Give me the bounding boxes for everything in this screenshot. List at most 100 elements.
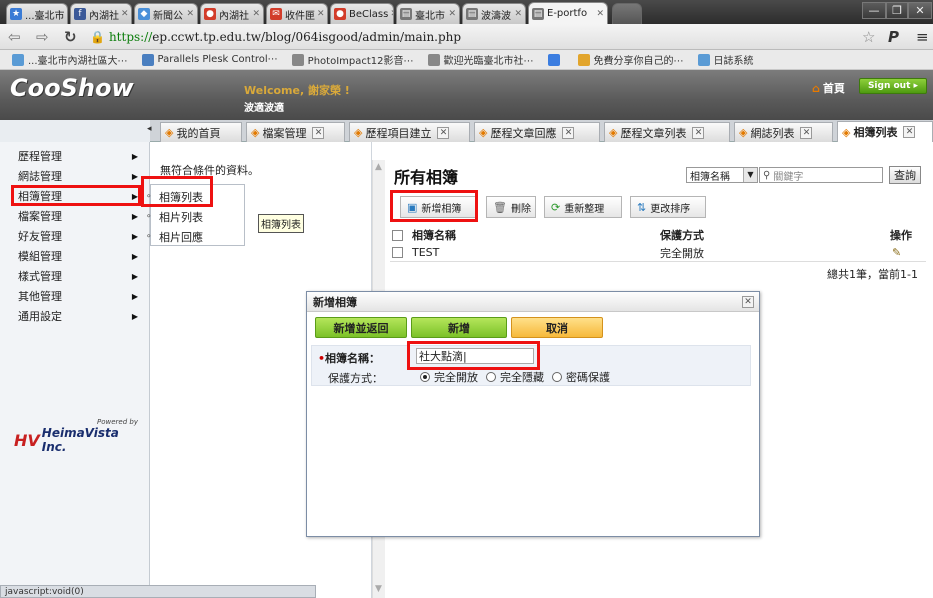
browser-tab-2[interactable]: f 內湖社 ✕ [70, 3, 132, 24]
reload-icon[interactable]: ↻ [64, 28, 77, 46]
close-icon[interactable]: ✕ [903, 126, 916, 138]
sidebar-item-portfolio[interactable]: 歷程管理 ▶ [6, 147, 142, 165]
browser-tab-6[interactable]: ●BeClass✕ [330, 3, 394, 24]
close-icon[interactable]: ✕ [437, 126, 450, 139]
scroll-up-icon[interactable]: ▲ [375, 162, 384, 172]
select-all-checkbox[interactable] [392, 229, 403, 241]
close-icon[interactable]: ✕ [312, 126, 325, 139]
sidebar-item-friends[interactable]: 好友管理 ▶ [6, 227, 142, 245]
tab-portfolio-list[interactable]: ◈ 歷程文章列表 ✕ [604, 122, 730, 142]
submenu-album-list[interactable]: ⚬ 相簿列表 [145, 187, 245, 206]
close-icon[interactable]: ✕ [315, 9, 325, 19]
bookmark-item[interactable]: 免費分享你自己的⋯ [577, 52, 684, 67]
row-checkbox[interactable] [392, 247, 403, 258]
submenu-photo-comments[interactable]: ⚬ 相片回應 [145, 227, 245, 246]
app-tab-strip: ◂ ◈ 我的首頁 ◈ 檔案管理 ✕ ◈ 歷程項目建立 ✕ ◈ 歷程文章回應 ✕ ◈ 歷程文章列表… [0, 120, 933, 142]
scroll-left-icon[interactable]: ◂ [147, 124, 152, 134]
browser-tab-4[interactable]: ● 內湖社 ✕ [200, 3, 264, 24]
close-icon[interactable]: ✕ [250, 9, 260, 19]
album-name-label: •相簿名稱： [318, 352, 381, 365]
bookmark-item[interactable]: 日誌系統 [697, 52, 754, 67]
submenu-photo-list[interactable]: ⚬ 相片列表 [145, 207, 245, 226]
radio-public[interactable] [420, 372, 430, 382]
browser-tab-8[interactable]: ▤ 波濤波 ✕ [462, 3, 526, 24]
tab-portfolio-comments[interactable]: ◈ 歷程文章回應 ✕ [474, 122, 600, 142]
bookmark-item[interactable]: PhotoImpact12影音⋯ [291, 52, 414, 67]
album-name-input[interactable]: 社大點滴 | [416, 348, 534, 364]
add-button[interactable]: 新增 [411, 317, 507, 338]
browser-tab-5[interactable]: ✉ 收件匣 ✕ [266, 3, 328, 24]
arrow-right-icon: ▶ [131, 231, 138, 241]
sidebar-item-settings[interactable]: 通用設定 ▶ [6, 307, 142, 325]
bookmark-item[interactable]: 歡迎光臨臺北市社⋯ [427, 52, 534, 67]
album-name-cell[interactable]: TEST [412, 246, 660, 259]
column-header-protection[interactable]: 保護方式 [660, 227, 890, 243]
protection-label: 保護方式： [328, 372, 383, 385]
close-icon[interactable]: ✕ [446, 9, 456, 19]
cancel-button[interactable]: 取消 [511, 317, 603, 338]
star-icon[interactable]: ☆ [862, 28, 875, 46]
radio-password[interactable] [552, 372, 562, 382]
sidebar-item-blog[interactable]: 網誌管理 ▶ [6, 167, 142, 185]
delete-button[interactable]: 🗑 刪除 [486, 196, 536, 218]
close-icon[interactable]: ✕ [388, 9, 393, 19]
new-tab-button[interactable] [612, 3, 642, 24]
minimize-icon[interactable]: — [862, 2, 886, 19]
tab-album-list[interactable]: ◈ 相簿列表 ✕ [837, 121, 933, 142]
close-icon[interactable]: ✕ [594, 9, 604, 19]
close-icon[interactable]: ✕ [512, 9, 522, 19]
tab-my-home[interactable]: ◈ 我的首頁 [160, 122, 242, 142]
arrow-right-icon: ▶ [131, 311, 138, 321]
search-input[interactable]: ⚲ 關鍵字 [759, 167, 883, 183]
no-data-message: 無符合條件的資料。 [160, 164, 259, 177]
tab-file-management[interactable]: ◈ 檔案管理 ✕ [246, 122, 345, 142]
tab-page-icon: ◈ [842, 125, 851, 139]
reorder-button[interactable]: ⇅ 更改排序 [630, 196, 706, 218]
browser-tab-1[interactable]: ★...臺北市✕ [6, 3, 68, 24]
sidebar-item-album[interactable]: 相簿管理 ▶ [6, 187, 142, 205]
close-icon[interactable]: ✕ [65, 9, 68, 19]
blog-name: 波適波適 [244, 103, 284, 114]
tab-page-icon: ◈ [479, 126, 488, 139]
url-field[interactable]: 🔒 https://ep.ccwt.tp.edu.tw/blog/064isgo… [90, 27, 890, 47]
add-album-button[interactable]: ▣ 新增相簿 [400, 196, 478, 218]
bookmark-item[interactable]: Parallels Plesk Control⋯ [141, 53, 278, 66]
refresh-button[interactable]: ⟳ 重新整理 [544, 196, 622, 218]
browser-tab-9[interactable]: ▤ E-portfo ✕ [528, 2, 608, 24]
pinterest-icon[interactable]: P [888, 28, 899, 46]
sidebar-item-styles[interactable]: 樣式管理 ▶ [6, 267, 142, 285]
dialog-button-bar: 新增並返回 新增 取消 [307, 312, 759, 342]
close-icon[interactable]: ✕ [742, 296, 754, 308]
sidebar-item-other[interactable]: 其他管理 ▶ [6, 287, 142, 305]
bookmark-item[interactable]: ...臺北市內湖社區大⋯ [12, 52, 128, 67]
filter-select[interactable]: 相簿名稱 ▼ [686, 167, 758, 183]
arrow-right-icon: ▶ [131, 151, 138, 161]
menu-icon[interactable]: ≡ [916, 28, 929, 46]
close-icon[interactable]: ✕ [184, 9, 194, 19]
arrow-right-icon: ▶ [131, 211, 138, 221]
tab-blog-list[interactable]: ◈ 網誌列表 ✕ [734, 122, 833, 142]
sidebar-item-files[interactable]: 檔案管理 ▶ [6, 207, 142, 225]
edit-icon[interactable]: ✎ [892, 246, 901, 259]
bookmark-item[interactable] [547, 53, 564, 66]
home-link[interactable]: ⌂ 首頁 [812, 80, 845, 96]
close-icon[interactable]: ✕ [800, 126, 813, 139]
browser-tab-7[interactable]: ▤ 臺北市 ✕ [396, 3, 460, 24]
radio-hidden[interactable] [486, 372, 496, 382]
sign-out-button[interactable]: Sign out ▸ [859, 78, 927, 94]
column-header-name[interactable]: 相簿名稱 [412, 227, 660, 243]
close-icon[interactable]: ✕ [562, 126, 575, 139]
bullet-icon: ⚬ [145, 231, 153, 242]
query-button[interactable]: 查詢 [889, 166, 921, 184]
add-and-return-button[interactable]: 新增並返回 [315, 317, 407, 338]
browser-tab-3[interactable]: ◆ 新聞公 ✕ [134, 3, 198, 24]
back-icon[interactable]: ⇦ [8, 28, 21, 46]
forward-icon[interactable]: ⇨ [36, 28, 49, 46]
close-icon[interactable]: ✕ [119, 9, 129, 19]
maximize-icon[interactable]: ❐ [886, 2, 908, 19]
tab-portfolio-create[interactable]: ◈ 歷程項目建立 ✕ [349, 122, 470, 142]
scroll-down-icon[interactable]: ▼ [375, 584, 384, 594]
close-window-icon[interactable]: ✕ [908, 2, 932, 19]
close-icon[interactable]: ✕ [692, 126, 705, 139]
sidebar-item-modules[interactable]: 模組管理 ▶ [6, 247, 142, 265]
